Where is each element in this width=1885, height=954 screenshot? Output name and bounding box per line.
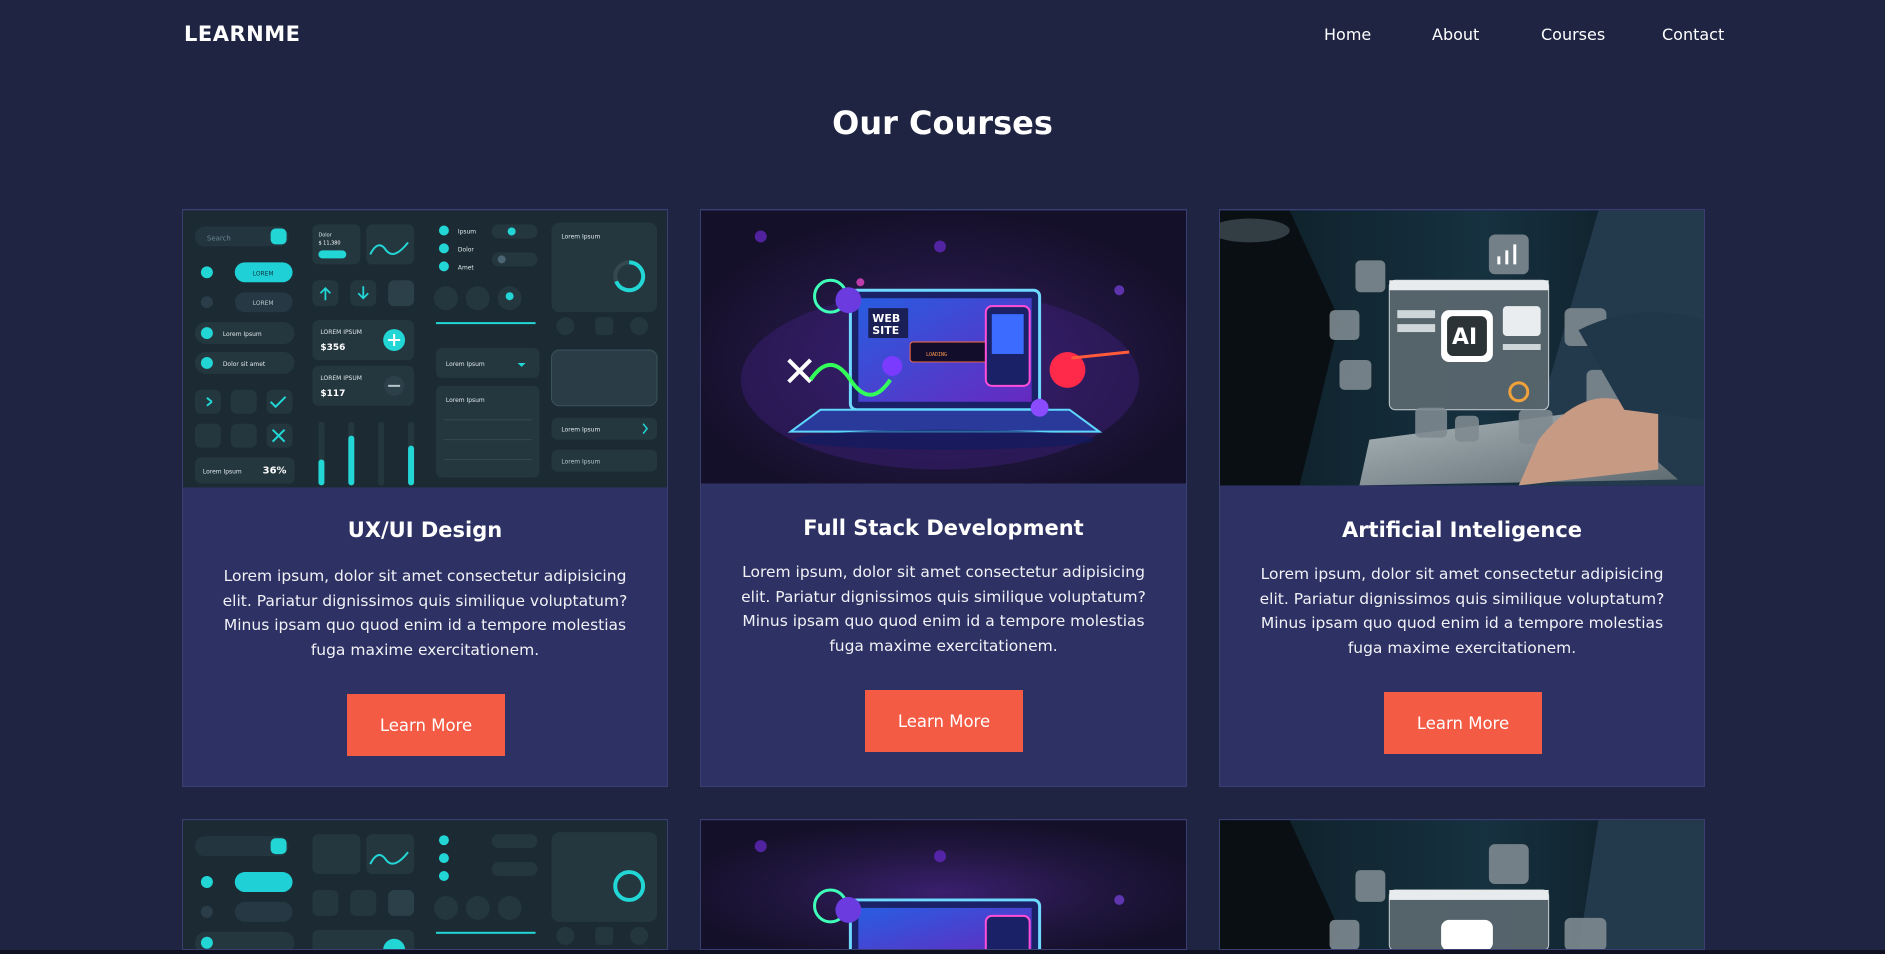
svg-text:$117: $117: [320, 389, 345, 399]
svg-text:Dolor: Dolor: [318, 232, 332, 238]
ai-laptop-photo: [1220, 820, 1704, 949]
svg-text:Dolor sit amet: Dolor sit amet: [223, 361, 266, 368]
svg-text:$ 11,380: $ 11,380: [318, 240, 340, 246]
nav-links: Home About Courses Contact: [0, 25, 1885, 49]
learn-more-button[interactable]: Learn More: [347, 694, 505, 756]
course-description: Lorem ipsum, dolor sit amet consectetur …: [1259, 565, 1665, 657]
svg-text:AI: AI: [1452, 325, 1477, 350]
nav-link-contact[interactable]: Contact: [1662, 25, 1724, 44]
svg-text:LOREM: LOREM: [253, 270, 274, 277]
ai-laptop-image: AI: [1220, 210, 1704, 486]
ai-laptop-photo: AI: [1220, 210, 1704, 486]
course-title: UX/UI Design: [347, 518, 503, 542]
svg-text:Ipsum: Ipsum: [458, 228, 476, 235]
svg-text:LOREM IPSUM: LOREM IPSUM: [320, 375, 361, 382]
course-card-ux-ui-row2: [182, 819, 668, 950]
ui-kit-illustration: [183, 820, 667, 949]
neon-laptop-illustration: [701, 820, 1186, 949]
ui-kit-illustration: Search LOREM LOREM Lorem Ipsum Dolor sit…: [183, 210, 667, 488]
ui-kit-image: [183, 820, 667, 949]
svg-text:SITE: SITE: [872, 324, 899, 337]
svg-text:Lorem Ipsum: Lorem Ipsum: [446, 361, 485, 368]
course-description: Lorem ipsum, dolor sit amet consectetur …: [741, 563, 1146, 655]
course-card-ux-ui: Search LOREM LOREM Lorem Ipsum Dolor sit…: [182, 209, 668, 787]
svg-text:36%: 36%: [263, 465, 287, 476]
svg-text:LOREM: LOREM: [253, 300, 274, 307]
course-card-full-stack: WEB SITE LOADING Full Stack Development …: [700, 209, 1187, 787]
svg-text:Lorem Ipsum: Lorem Ipsum: [561, 459, 600, 466]
svg-text:Lorem Ipsum: Lorem Ipsum: [561, 427, 600, 434]
neon-laptop-illustration: WEB SITE LOADING: [701, 210, 1186, 484]
course-title: Full Stack Development: [803, 516, 1084, 540]
page-title: Our Courses: [832, 104, 1053, 142]
scroll-edge: [0, 950, 1885, 954]
svg-text:$356: $356: [320, 343, 345, 353]
navbar: LEARNME Home About Courses Contact: [0, 0, 1885, 70]
ai-laptop-image: [1220, 820, 1704, 949]
ui-kit-image: Search LOREM LOREM Lorem Ipsum Dolor sit…: [183, 210, 667, 488]
course-card-full-stack-row2: [700, 819, 1187, 950]
course-card-ai-row2: [1219, 819, 1705, 950]
course-card-ai: AI Artificial Inteligence Lorem ipsum, d…: [1219, 209, 1705, 787]
course-title: Artificial Inteligence: [1341, 518, 1583, 542]
learn-more-button[interactable]: Learn More: [1384, 692, 1542, 754]
nav-link-home[interactable]: Home: [1324, 25, 1371, 44]
neon-laptop-image: WEB SITE LOADING: [701, 210, 1186, 484]
nav-link-about[interactable]: About: [1432, 25, 1479, 44]
svg-text:Dolor: Dolor: [458, 246, 475, 253]
svg-text:Lorem Ipsum: Lorem Ipsum: [561, 233, 600, 240]
course-description: Lorem ipsum, dolor sit amet consectetur …: [222, 567, 628, 659]
svg-text:LOADING: LOADING: [926, 352, 947, 358]
svg-text:LOREM IPSUM: LOREM IPSUM: [320, 329, 361, 336]
svg-text:Lorem Ipsum: Lorem Ipsum: [203, 468, 242, 475]
svg-text:Search: Search: [207, 234, 231, 242]
svg-text:Lorem Ipsum: Lorem Ipsum: [223, 331, 262, 338]
nav-link-courses[interactable]: Courses: [1541, 25, 1605, 44]
neon-laptop-image: [701, 820, 1186, 949]
svg-text:Lorem Ipsum: Lorem Ipsum: [446, 397, 485, 404]
learn-more-button[interactable]: Learn More: [865, 690, 1023, 752]
svg-text:Amet: Amet: [458, 264, 475, 271]
